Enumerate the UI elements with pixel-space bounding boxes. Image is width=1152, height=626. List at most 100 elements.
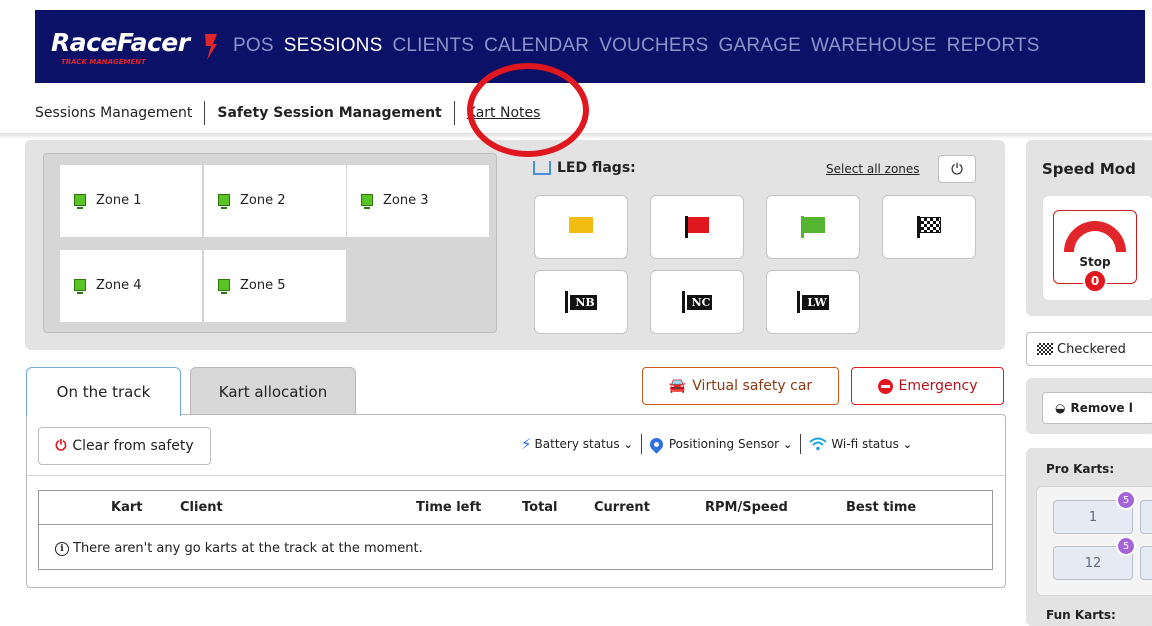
emergency-label: Emergency — [898, 378, 978, 394]
status-divider — [640, 434, 642, 454]
column-time-left[interactable]: Time left — [416, 500, 481, 515]
nav-calendar[interactable]: CALENDAR — [484, 35, 589, 57]
positioning-sensor-label: Positioning Sensor — [668, 437, 780, 451]
nav-pos[interactable]: POS — [233, 35, 274, 57]
empty-table-message: i There aren't any go karts at the track… — [55, 541, 423, 556]
racefacer-logo[interactable]: RaceFacer TRACK MANAGEMENT — [51, 28, 217, 70]
zone-label: Zone 5 — [240, 278, 286, 293]
main-navbar: RaceFacer TRACK MANAGEMENT POS SESSIONS … — [35, 10, 1145, 83]
fun-karts-title: Fun Karts: — [1046, 608, 1116, 622]
window-top-strip — [0, 0, 1152, 10]
subnav-sessions-management[interactable]: Sessions Management — [35, 105, 204, 121]
clear-from-safety-button[interactable]: ⏻ Clear from safety — [38, 427, 211, 465]
yellow-flag-icon — [569, 216, 593, 238]
stop-count-badge: 0 — [1083, 269, 1107, 293]
annotation-circle — [467, 63, 589, 157]
logo-swoosh-icon — [205, 34, 217, 60]
column-kart[interactable]: Kart — [111, 500, 142, 515]
kart-chip[interactable] — [1140, 500, 1152, 534]
checkered-label: Checkered — [1057, 341, 1126, 357]
zone-1[interactable]: Zone 1 — [60, 165, 202, 237]
remove-label: Remove l — [1070, 401, 1133, 415]
column-client[interactable]: Client — [180, 500, 223, 515]
led-flags-label: LED flags: — [557, 160, 636, 176]
tab-label: On the track — [56, 383, 151, 401]
select-all-zones-link[interactable]: Select all zones — [826, 162, 920, 176]
red-flag-button[interactable] — [650, 195, 744, 259]
nav-clients[interactable]: CLIENTS — [392, 35, 474, 57]
nc-flag-icon: NC — [681, 291, 713, 313]
battery-status-label: Battery status — [534, 437, 620, 451]
karts-table: Kart Client Time left Total Current RPM/… — [38, 490, 993, 570]
nav-sessions[interactable]: SESSIONS — [284, 35, 383, 57]
nc-flag-button[interactable]: NC — [650, 270, 744, 334]
wifi-status-dropdown[interactable]: Wi-fi status ⌄ — [809, 437, 912, 451]
emergency-button[interactable]: Emergency — [851, 367, 1004, 405]
column-best-time[interactable]: Best time — [846, 500, 916, 515]
zone-5[interactable]: Zone 5 — [204, 250, 346, 322]
chevron-down-icon: ⌄ — [902, 437, 913, 451]
monitor-icon — [218, 279, 230, 294]
zone-label: Zone 3 — [383, 193, 429, 208]
kart-chip[interactable] — [1140, 546, 1152, 580]
panel-divider — [27, 475, 1005, 476]
kart-number: 12 — [1084, 555, 1102, 571]
nav-warehouse[interactable]: WAREHOUSE — [811, 35, 937, 57]
checkered-flag-button[interactable] — [882, 195, 976, 259]
nav-reports[interactable]: REPORTS — [947, 35, 1040, 57]
stop-speed-button[interactable]: Stop 0 — [1053, 210, 1137, 293]
nav-vouchers[interactable]: VOUCHERS — [599, 35, 708, 57]
monitor-icon — [361, 194, 373, 209]
subnav-divider — [453, 101, 455, 125]
green-flag-button[interactable] — [766, 195, 860, 259]
zone-label: Zone 2 — [240, 193, 286, 208]
chevron-down-icon: ⌄ — [783, 437, 793, 451]
checkered-flag-icon — [917, 216, 941, 238]
table-header: Kart Client Time left Total Current RPM/… — [39, 491, 992, 525]
column-rpm-speed[interactable]: RPM/Speed — [705, 500, 788, 515]
kart-number: 1 — [1088, 509, 1098, 525]
kart-note-badge: 5 — [1116, 490, 1136, 510]
zones-power-button[interactable]: ⏻ — [938, 155, 976, 183]
nav-garage[interactable]: GARAGE — [719, 35, 802, 57]
empty-message-text: There aren't any go karts at the track a… — [73, 541, 423, 556]
battery-status-dropdown[interactable]: ⚡ Battery status ⌄ — [521, 435, 633, 453]
virtual-safety-car-label: Virtual safety car — [692, 378, 813, 394]
stop-label: Stop — [1079, 255, 1111, 269]
lw-flag-button[interactable]: LW — [766, 270, 860, 334]
zone-2[interactable]: Zone 2 — [204, 165, 346, 237]
tab-on-the-track[interactable]: On the track — [26, 367, 181, 416]
monitor-icon — [74, 279, 86, 294]
speed-mode-title: Speed Mod — [1042, 160, 1136, 178]
monitor-icon — [74, 194, 86, 209]
zone-4[interactable]: Zone 4 — [60, 250, 202, 322]
car-icon: 🚘 — [668, 378, 687, 394]
checkered-flag-icon — [1037, 343, 1053, 355]
positioning-sensor-dropdown[interactable]: Positioning Sensor ⌄ — [647, 434, 793, 454]
wifi-icon — [809, 437, 827, 451]
nb-flag-icon: NB — [565, 291, 597, 313]
power-icon: ⏻ — [55, 438, 67, 454]
status-filters: ⚡ Battery status ⌄ Positioning Sensor ⌄ … — [521, 434, 912, 454]
map-pin-icon — [647, 434, 666, 454]
tab-label: Kart allocation — [218, 382, 328, 401]
bolt-icon: ⚡ — [521, 435, 532, 453]
speed-gauge-icon — [1064, 221, 1126, 252]
zone-label: Zone 1 — [96, 193, 142, 208]
virtual-safety-car-button[interactable]: 🚘 Virtual safety car — [642, 367, 839, 405]
green-flag-icon — [801, 216, 825, 238]
led-flags-title: LED flags: — [533, 160, 636, 176]
column-total[interactable]: Total — [522, 500, 558, 515]
checkered-button[interactable]: Checkered — [1026, 332, 1152, 366]
gauge-icon: ◒ — [1055, 401, 1066, 415]
subnav-safety-session-management[interactable]: Safety Session Management — [217, 105, 453, 121]
subnav-divider — [204, 101, 206, 125]
remove-button[interactable]: ◒ Remove l — [1042, 392, 1152, 424]
yellow-flag-button[interactable] — [534, 195, 628, 259]
tab-kart-allocation[interactable]: Kart allocation — [190, 367, 356, 415]
nb-flag-button[interactable]: NB — [534, 270, 628, 334]
column-current[interactable]: Current — [594, 500, 650, 515]
kart-note-badge: 5 — [1116, 536, 1136, 556]
zone-3[interactable]: Zone 3 — [347, 165, 489, 237]
main-nav: POS SESSIONS CLIENTS CALENDAR VOUCHERS G… — [233, 35, 1040, 57]
